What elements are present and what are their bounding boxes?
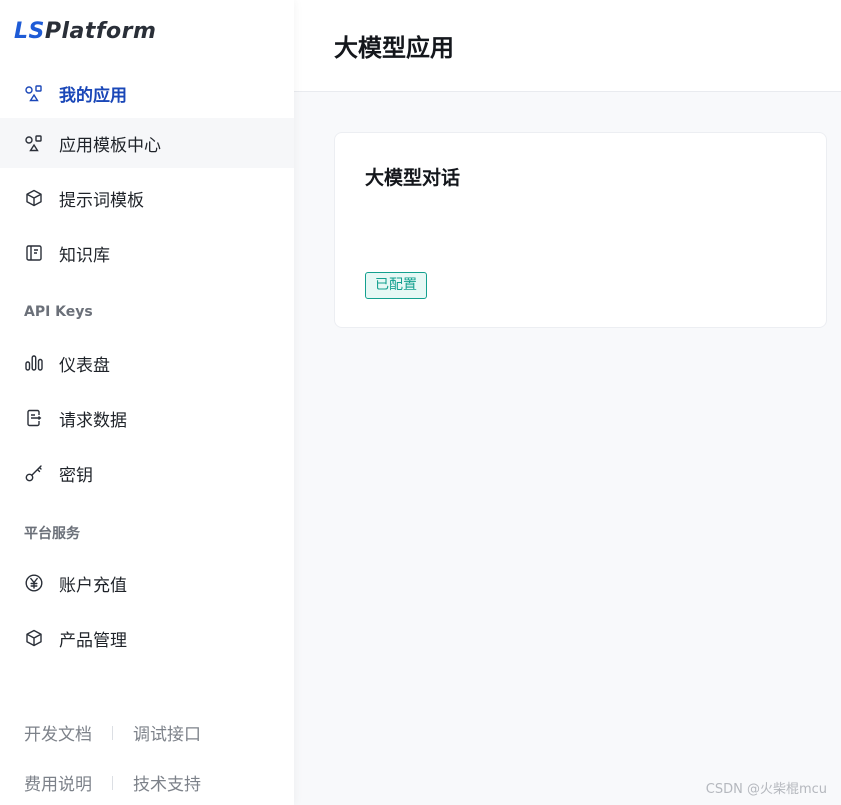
footer-divider [112,725,113,740]
apps-icon [24,133,44,153]
sidebar-item-label: 提示词模板 [59,190,144,211]
footer-links-row-2: 费用说明 技术支持 [24,770,201,795]
page-header: 大模型应用 [294,0,841,92]
sidebar-item-product-management[interactable]: 产品管理 [0,613,294,663]
sidebar-item-label: 产品管理 [59,630,127,651]
yen-icon [24,573,44,593]
cube-icon [24,188,44,208]
debug-api-link[interactable]: 调试接口 [133,720,201,745]
pricing-link[interactable]: 费用说明 [24,770,92,795]
brand-prefix: LS [14,19,45,44]
page-title: 大模型应用 [334,34,454,62]
sidebar-item-dashboard[interactable]: 仪表盘 [0,338,294,388]
dev-docs-link[interactable]: 开发文档 [24,720,92,745]
app-card-title: 大模型对话 [365,167,461,189]
sidebar-item-knowledge-base[interactable]: 知识库 [0,228,294,278]
sidebar-item-label: 请求数据 [59,410,127,431]
document-export-icon [24,408,44,428]
sidebar-item-keys[interactable]: 密钥 [0,448,294,498]
app-card[interactable]: 大模型对话 已配置 [334,132,827,328]
brand-suffix: Platform [44,19,157,44]
status-badge: 已配置 [365,272,427,299]
sidebar: LSPlatform 我的应用 应用模板中心 提示词模板 知识库 API Key… [0,0,294,805]
footer-links-row-1: 开发文档 调试接口 [24,720,201,745]
bar-chart-icon [24,353,44,373]
apps-icon [24,83,44,103]
key-icon [24,463,44,483]
section-label-platform: 平台服务 [24,526,80,542]
sidebar-item-label: 账户充值 [59,575,127,596]
brand-logo[interactable]: LSPlatform [14,17,156,47]
sidebar-item-request-data[interactable]: 请求数据 [0,393,294,443]
section-label-api-keys: API Keys [24,304,93,320]
sidebar-item-label: 密钥 [59,465,93,486]
watermark: CSDN @火柴棍mcu [705,782,827,797]
sidebar-item-label: 应用模板中心 [59,135,161,156]
sidebar-item-my-apps[interactable]: 我的应用 [0,68,294,118]
tech-support-link[interactable]: 技术支持 [133,770,201,795]
sidebar-item-label: 仪表盘 [59,355,110,376]
cube-icon [24,628,44,648]
footer-divider [112,775,113,790]
sidebar-item-prompt-templates[interactable]: 提示词模板 [0,173,294,223]
sidebar-item-recharge[interactable]: 账户充值 [0,558,294,608]
book-icon [24,243,44,263]
sidebar-item-template-center[interactable]: 应用模板中心 [0,118,294,168]
sidebar-item-label: 知识库 [59,245,110,266]
sidebar-item-label: 我的应用 [59,85,127,106]
